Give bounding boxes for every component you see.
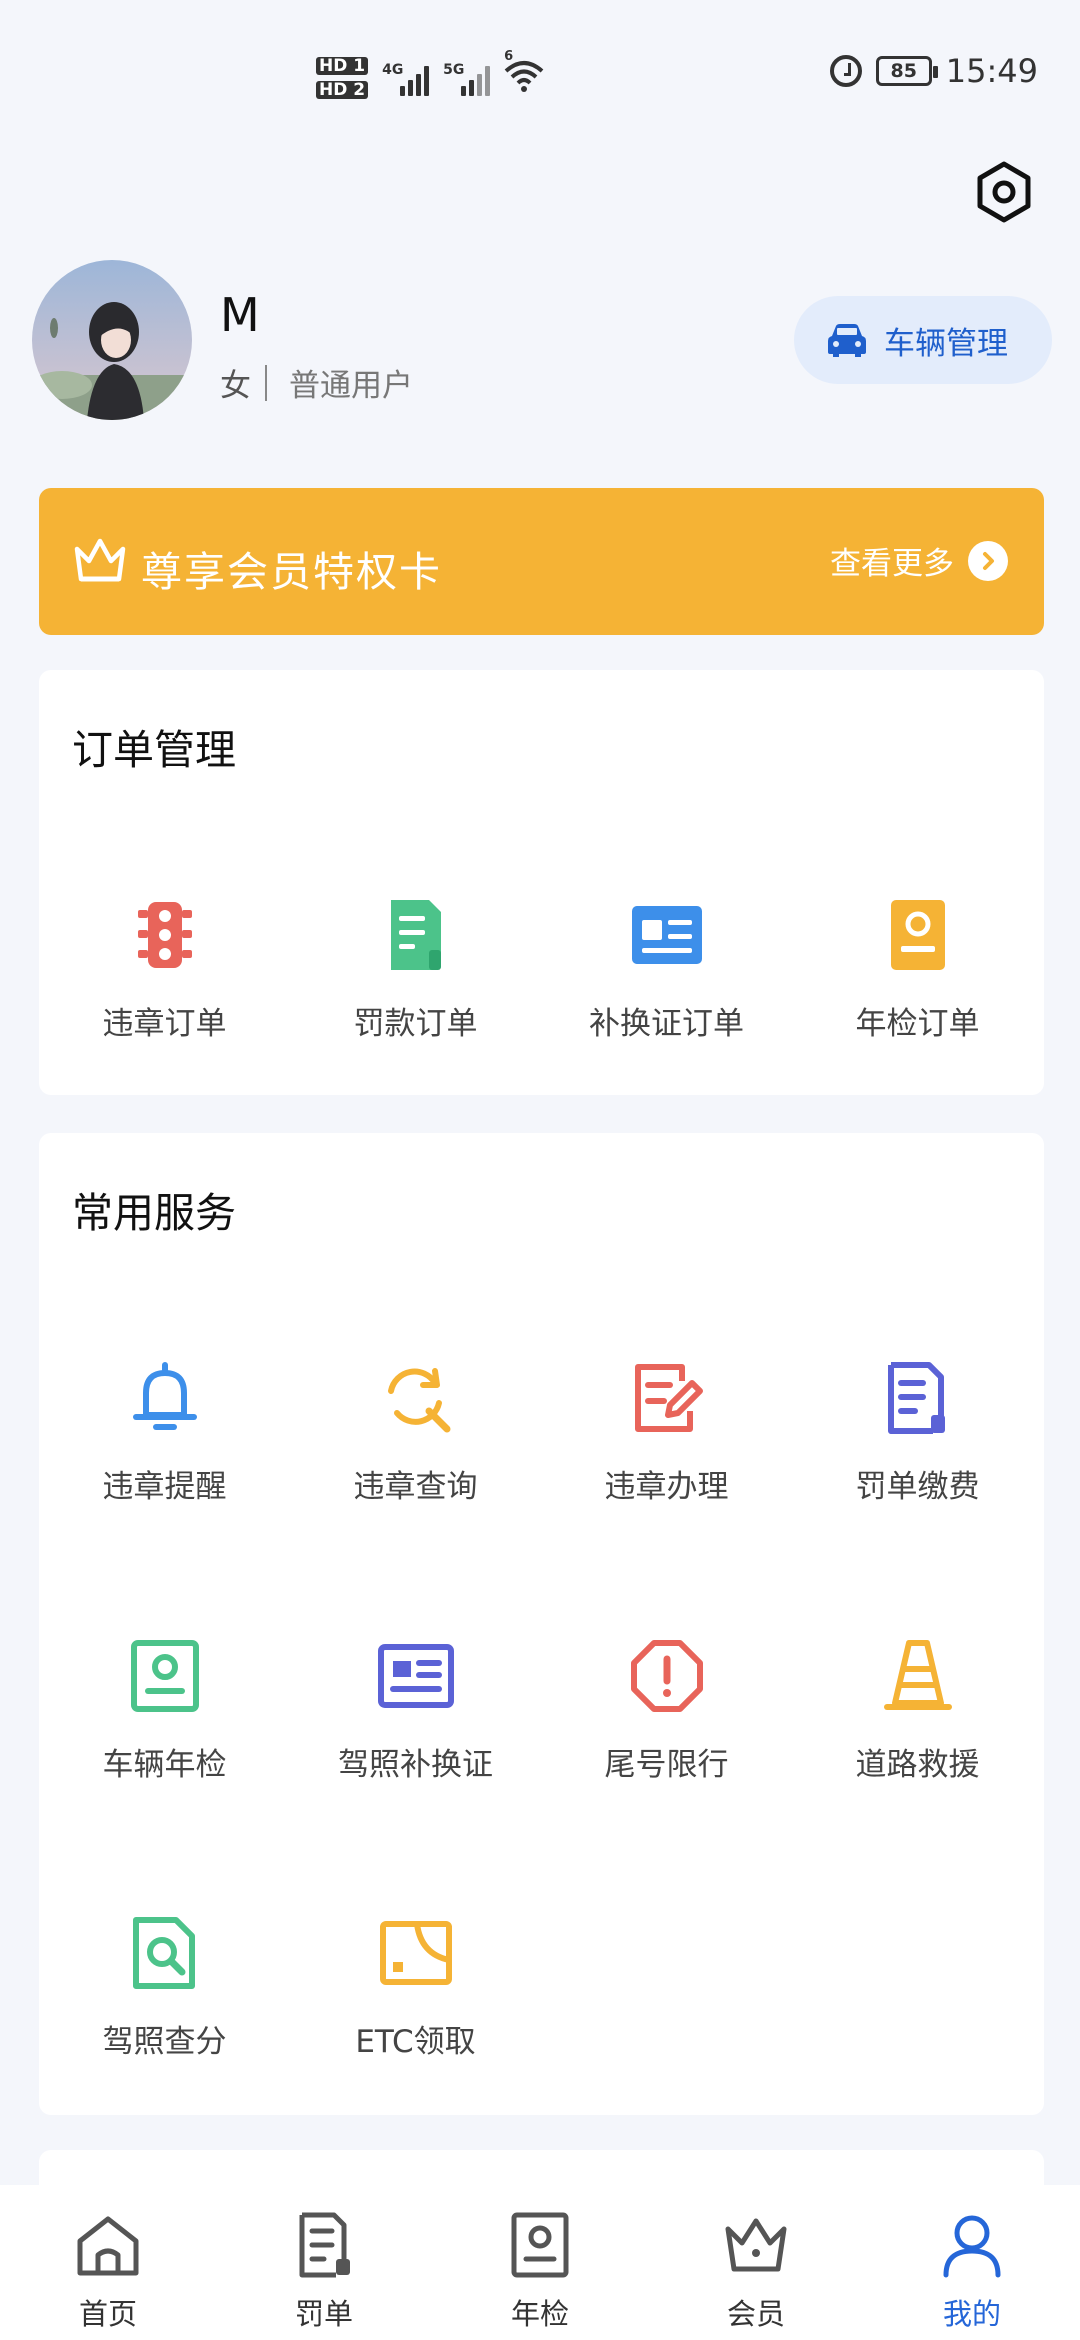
tab-home[interactable]: 首页 (0, 2211, 216, 2331)
common-services-card: 常用服务 违章提醒 违章查询 违章办理 罚单缴费 车辆年检 驾照补换证 尾号限行… (39, 1133, 1044, 2115)
profile-section: M 女 普通用户 车辆管理 (32, 260, 1052, 420)
service-violation-handle-label: 违章办理 (604, 1469, 729, 1505)
order-inspection-label: 年检订单 (855, 1006, 980, 1042)
clock: 15:49 (945, 52, 1038, 90)
wifi-icon: 6 (504, 49, 544, 97)
signal-icon-1: 4G (382, 60, 430, 96)
tab-inspection[interactable]: 年检 (432, 2211, 648, 2331)
bell-icon (133, 1362, 197, 1430)
order-management-card: 订单管理 违章订单 罚款订单 补换证订单 年检订单 (39, 670, 1044, 1095)
license-card-icon (378, 1644, 454, 1708)
sim1-badge: HD 1 (316, 57, 369, 75)
tab-member[interactable]: 会员 (648, 2211, 864, 2331)
car-icon (828, 324, 866, 357)
service-fine-payment-label: 罚单缴费 (855, 1469, 980, 1505)
user-icon (943, 2215, 1001, 2278)
alarm-icon (829, 55, 862, 87)
wifi-gen-label: 6 (504, 49, 514, 64)
order-fine-label: 罚款订单 (353, 1006, 478, 1042)
vip-see-more-label: 查看更多 (830, 546, 954, 582)
user-name: M (220, 288, 260, 342)
inspection-badge-icon (891, 900, 945, 970)
crown-icon (74, 538, 126, 582)
user-role: 普通用户 (289, 368, 413, 404)
tab-mine[interactable]: 我的 (864, 2211, 1080, 2331)
vip-card[interactable]: 尊享会员特权卡 查看更多 (39, 488, 1044, 635)
service-violation-reminder[interactable]: 违章提醒 (39, 1359, 290, 1519)
vip-see-more[interactable]: 查看更多 (830, 538, 1008, 583)
meta-divider (265, 364, 267, 401)
common-services-title: 常用服务 (72, 1189, 236, 1237)
service-road-rescue[interactable]: 道路救援 (792, 1637, 1043, 1797)
document-search-icon (133, 1917, 195, 1989)
bottom-tab-bar: 首页 罚单 年检 会员 我的 (0, 2185, 1080, 2340)
service-plate-restriction[interactable]: 尾号限行 (541, 1637, 792, 1797)
signal-icon-2: 5G (443, 60, 491, 96)
warning-octagon-icon (631, 1640, 703, 1712)
inspection-card-icon (131, 1640, 199, 1712)
vehicle-management-label: 车辆管理 (884, 325, 1008, 362)
settings-button[interactable] (972, 160, 1036, 224)
order-violation[interactable]: 违章订单 (39, 896, 290, 1056)
tab-inspection-label: 年检 (510, 2297, 569, 2331)
order-violation-label: 违章订单 (102, 1006, 227, 1042)
service-license-points[interactable]: 驾照查分 (39, 1914, 290, 2074)
service-violation-query-label: 违章查询 (353, 1469, 478, 1505)
order-fine[interactable]: 罚款订单 (290, 896, 541, 1056)
tab-home-label: 首页 (78, 2297, 137, 2331)
tab-ticket-label: 罚单 (294, 2297, 353, 2331)
service-etc-label: ETC领取 (355, 2024, 476, 2060)
vip-title: 尊享会员特权卡 (141, 548, 442, 596)
service-violation-query[interactable]: 违章查询 (290, 1359, 541, 1519)
service-license-points-label: 驾照查分 (102, 2024, 227, 2060)
sim-indicators: HD 1 HD 2 (316, 57, 369, 99)
status-right: 85 15:49 (829, 52, 1038, 90)
order-license-replace[interactable]: 补换证订单 (541, 896, 792, 1056)
service-fine-payment[interactable]: 罚单缴费 (792, 1359, 1043, 1519)
tab-ticket[interactable]: 罚单 (216, 2211, 432, 2331)
user-gender: 女 (220, 368, 251, 404)
traffic-light-icon (138, 902, 192, 968)
refresh-search-icon (388, 1368, 451, 1433)
receipt-icon (391, 900, 441, 970)
avatar[interactable] (32, 260, 192, 420)
id-card-icon (632, 906, 702, 964)
status-bar: HD 1 HD 2 4G 5G 6 85 15:49 (0, 0, 1080, 150)
service-license-replace-label: 驾照补换证 (338, 1747, 493, 1783)
crown-icon (725, 2218, 787, 2272)
service-vehicle-inspection[interactable]: 车辆年检 (39, 1637, 290, 1797)
battery-icon: 85 (875, 56, 938, 86)
user-meta: 女 普通用户 (220, 360, 413, 405)
home-icon (77, 2216, 139, 2276)
ticket-icon (299, 2212, 350, 2278)
order-management-title: 订单管理 (72, 726, 236, 774)
network-type-1: 4G (382, 62, 404, 78)
tab-mine-label: 我的 (942, 2297, 1001, 2331)
service-violation-handle[interactable]: 违章办理 (541, 1359, 792, 1519)
edit-document-icon (635, 1364, 703, 1432)
service-plate-restriction-label: 尾号限行 (604, 1747, 729, 1783)
order-license-replace-label: 补换证订单 (589, 1006, 744, 1042)
network-type-2: 5G (443, 62, 465, 78)
sim2-badge: HD 2 (316, 81, 369, 99)
etc-card-icon (380, 1921, 452, 1985)
service-etc[interactable]: ETC领取 (290, 1914, 541, 2074)
status-left: HD 1 HD 2 4G 5G 6 (316, 48, 544, 108)
service-vehicle-inspection-label: 车辆年检 (102, 1747, 227, 1783)
order-inspection[interactable]: 年检订单 (792, 896, 1043, 1056)
tab-member-label: 会员 (726, 2297, 785, 2331)
service-road-rescue-label: 道路救援 (855, 1747, 980, 1783)
vehicle-management-button[interactable]: 车辆管理 (794, 296, 1052, 384)
traffic-cone-icon (884, 1640, 952, 1710)
chevron-right-icon (968, 540, 1008, 581)
inspection-icon (511, 2212, 569, 2278)
service-license-replace[interactable]: 驾照补换证 (290, 1637, 541, 1797)
settings-hexagon-icon (977, 161, 1031, 223)
bill-icon (888, 1362, 945, 1434)
service-violation-reminder-label: 违章提醒 (102, 1469, 227, 1505)
